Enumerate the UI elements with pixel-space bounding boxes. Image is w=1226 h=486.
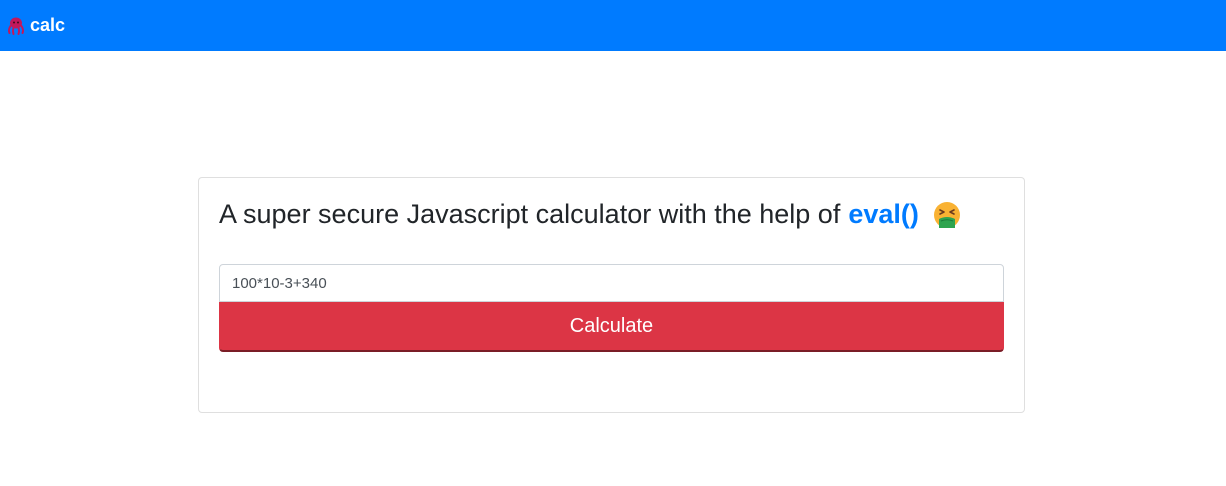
eval-link[interactable]: eval() [848,199,919,230]
octopus-icon [6,16,26,36]
brand-link[interactable]: calc [6,15,65,36]
card-title: A super secure Javascript calculator wit… [219,199,961,230]
calculator-card: A super secure Javascript calculator wit… [198,177,1025,413]
expression-input[interactable] [219,264,1004,302]
top-navbar: calc [0,0,1226,51]
brand-label: calc [30,15,66,35]
nauseated-face-icon [933,201,961,229]
card-title-text: A super secure Javascript calculator wit… [219,199,841,229]
calculate-button[interactable]: Calculate [219,302,1004,352]
